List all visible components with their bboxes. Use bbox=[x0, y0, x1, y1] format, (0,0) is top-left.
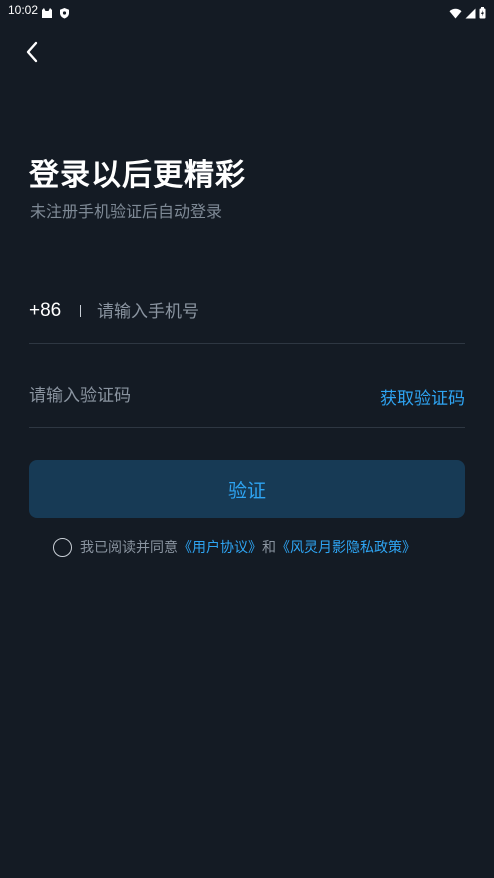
country-code-divider bbox=[80, 305, 81, 317]
country-code[interactable]: +86 bbox=[29, 300, 61, 322]
wifi-icon bbox=[449, 4, 462, 23]
status-time: 10:02 bbox=[8, 3, 39, 17]
status-right-icons bbox=[449, 4, 486, 23]
page-title: 登录以后更精彩 bbox=[29, 158, 246, 193]
agreement-row: 我已阅读并同意 《用户协议》 和 《风灵月影隐私政策》 bbox=[53, 537, 416, 557]
user-agreement-link[interactable]: 《用户协议》 bbox=[178, 537, 262, 557]
chevron-left-icon bbox=[24, 41, 40, 67]
phone-row: +86 bbox=[29, 292, 465, 344]
back-button[interactable] bbox=[18, 40, 46, 68]
verify-button[interactable]: 验证 bbox=[29, 460, 465, 518]
battery-icon bbox=[479, 4, 486, 23]
verification-code-input[interactable] bbox=[29, 382, 329, 410]
login-screen: 10:02 登录以后更精彩 未注册手机验证后自动登录 +86 请输入手机号 请输… bbox=[0, 0, 494, 878]
agree-checkbox[interactable] bbox=[53, 537, 72, 557]
signal-icon bbox=[465, 4, 476, 23]
shield-icon bbox=[59, 4, 70, 23]
status-left-icons bbox=[41, 4, 70, 23]
page-subtitle: 未注册手机验证后自动登录 bbox=[30, 202, 223, 221]
cat-icon bbox=[41, 4, 53, 23]
phone-input[interactable] bbox=[97, 298, 457, 326]
privacy-policy-link[interactable]: 《风灵月影隐私政策》 bbox=[276, 537, 416, 557]
get-code-button[interactable]: 获取验证码 bbox=[380, 384, 465, 409]
status-bar: 10:02 bbox=[0, 0, 494, 22]
agreement-prefix: 我已阅读并同意 bbox=[80, 540, 178, 556]
verification-code-row: 获取验证码 bbox=[29, 376, 465, 428]
agreement-conjunction: 和 bbox=[262, 540, 276, 556]
